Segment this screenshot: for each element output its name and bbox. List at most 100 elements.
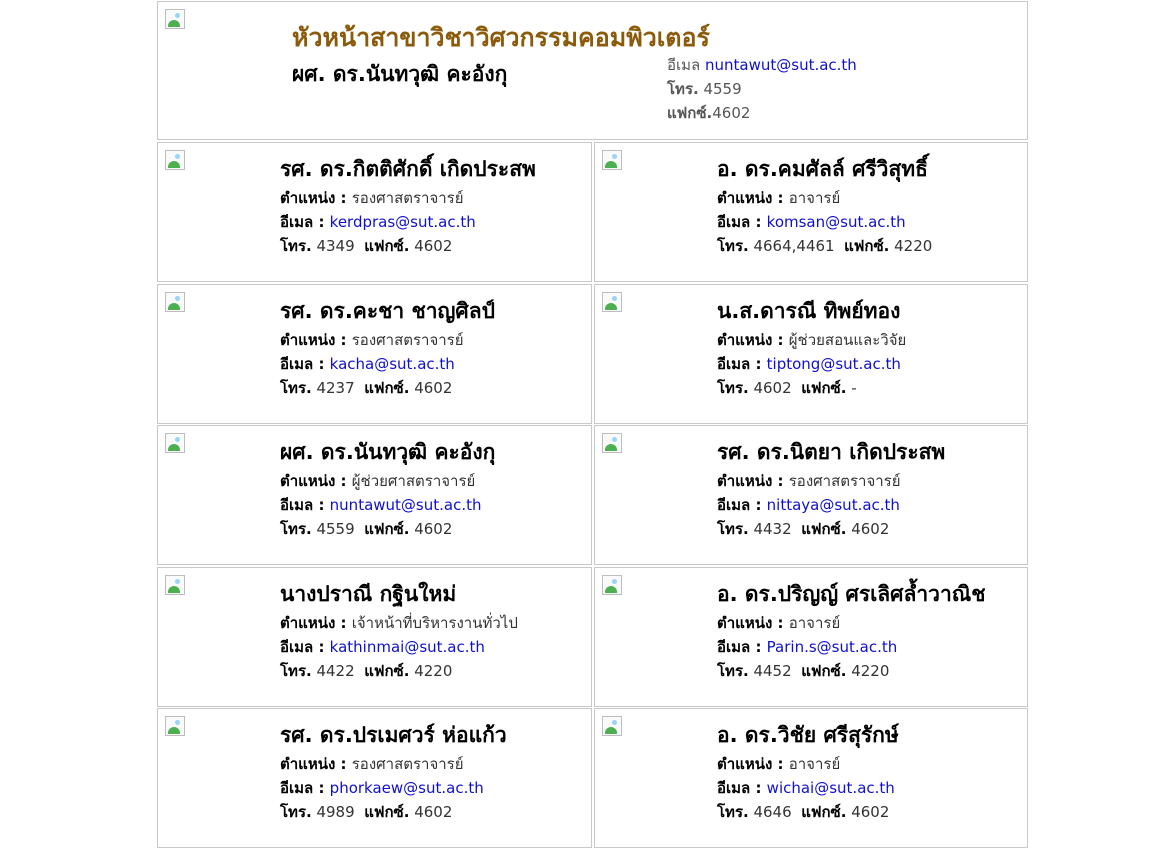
staff-phone: 4989 xyxy=(311,803,365,821)
staff-email-link[interactable]: wichai@sut.ac.th xyxy=(767,779,895,797)
fax-label: แฟกซ์. xyxy=(801,803,847,821)
staff-position: รองศาสตราจารย์ xyxy=(351,331,464,349)
staff-position: รองศาสตราจารย์ xyxy=(351,189,464,207)
fax-label: แฟกซ์. xyxy=(801,520,847,538)
position-label: ตำแหน่ง : xyxy=(717,614,789,632)
phone-label: โทร. xyxy=(280,803,312,821)
staff-card: นางปราณี กฐินใหม่ ตำแหน่ง : เจ้าหน้าที่บร… xyxy=(157,567,592,707)
staff-position: อาจารย์ xyxy=(788,614,841,632)
staff-phone: 4559 xyxy=(311,520,365,538)
staff-email-link[interactable]: komsan@sut.ac.th xyxy=(767,213,906,231)
staff-email-link[interactable]: kathinmai@sut.ac.th xyxy=(330,638,485,656)
staff-email-link[interactable]: phorkaew@sut.ac.th xyxy=(330,779,484,797)
email-label: อีเมล : xyxy=(717,355,767,373)
staff-info: ตำแหน่ง : เจ้าหน้าที่บริหารงานทั่วไป อีเม… xyxy=(280,611,518,683)
staff-card: อ. ดร.คมศัลล์ ศรีวิสุทธิ์ ตำแหน่ง : อาจาร… xyxy=(594,142,1028,282)
staff-name: ผศ. ดร.นันทวุฒิ คะอังกุ xyxy=(280,440,496,464)
staff-info: ตำแหน่ง : ผู้ช่วยสอนและวิจัยอีเมล : tipt… xyxy=(717,328,906,400)
position-label: ตำแหน่ง : xyxy=(280,614,352,632)
head-name: ผศ. ดร.นันทวุฒิ คะอังกุ xyxy=(292,62,508,86)
broken-image-icon xyxy=(165,433,185,453)
broken-image-icon xyxy=(602,292,622,312)
staff-phone: 4422 xyxy=(311,662,365,680)
position-label: ตำแหน่ง : xyxy=(280,472,352,490)
head-phone: 4559 xyxy=(698,80,742,98)
head-email-link[interactable]: nuntawut@sut.ac.th xyxy=(705,56,857,74)
staff-name: น.ส.ดารณี ทิพย์ทอง xyxy=(717,299,901,323)
staff-card: รศ. ดร.คะชา ชาญศิลป์ตำแหน่ง : รองศาสตราจ… xyxy=(157,284,592,424)
staff-fax: - xyxy=(846,379,857,397)
phone-label: โทร. xyxy=(717,803,749,821)
position-label: ตำแหน่ง : xyxy=(717,755,789,773)
email-label: อีเมล : xyxy=(280,355,330,373)
staff-card: อ. ดร.ปริญญ์ ศรเลิศล้ำวาณิช ตำแหน่ง : อาจ… xyxy=(594,567,1028,707)
email-label: อีเมล : xyxy=(280,496,330,514)
staff-email-link[interactable]: Parin.s@sut.ac.th xyxy=(767,638,898,656)
staff-name: รศ. ดร.ปรเมศวร์ ห่อแก้ว xyxy=(280,723,507,747)
position-label: ตำแหน่ง : xyxy=(280,331,352,349)
email-label: อีเมล : xyxy=(280,779,330,797)
staff-fax: 4220 xyxy=(409,662,453,680)
phone-label: โทร. xyxy=(280,662,312,680)
staff-phone: 4432 xyxy=(748,520,802,538)
position-label: ตำแหน่ง : xyxy=(717,472,789,490)
email-label: อีเมล : xyxy=(717,496,767,514)
staff-position: ผู้ช่วยสอนและวิจัย xyxy=(788,331,907,349)
phone-label: โทร. xyxy=(717,379,749,397)
staff-info: ตำแหน่ง : รองศาสตราจารย์อีเมล : phorkaew… xyxy=(280,752,484,824)
phone-label: โทร. xyxy=(717,662,749,680)
staff-info: ตำแหน่ง : อาจารย์อีเมล : wichai@sut.ac.t… xyxy=(717,752,895,824)
phone-label: โทร. xyxy=(280,379,312,397)
fax-label: แฟกซ์. xyxy=(667,104,713,122)
position-label: ตำแหน่ง : xyxy=(717,189,789,207)
staff-fax: 4602 xyxy=(409,803,453,821)
staff-email-link[interactable]: nuntawut@sut.ac.th xyxy=(330,496,482,514)
broken-image-icon xyxy=(165,9,185,29)
broken-image-icon xyxy=(602,150,622,170)
staff-info: ตำแหน่ง : อาจารย์อีเมล : Parin.s@sut.ac.… xyxy=(717,611,897,683)
staff-fax: 4220 xyxy=(889,237,933,255)
staff-phone: 4237 xyxy=(311,379,365,397)
staff-position: รองศาสตราจารย์ xyxy=(788,472,901,490)
staff-email-link[interactable]: tiptong@sut.ac.th xyxy=(767,355,901,373)
staff-phone: 4646 xyxy=(748,803,802,821)
position-label: ตำแหน่ง : xyxy=(280,189,352,207)
position-label: ตำแหน่ง : xyxy=(717,331,789,349)
email-label: อีเมล : xyxy=(717,213,767,231)
phone-label: โทร. xyxy=(667,80,699,98)
email-label: อีเมล : xyxy=(717,638,767,656)
phone-label: โทร. xyxy=(280,520,312,538)
staff-info: ตำแหน่ง : รองศาสตราจารย์อีเมล : nittaya@… xyxy=(717,469,901,541)
staff-email-link[interactable]: kerdpras@sut.ac.th xyxy=(330,213,476,231)
staff-position: อาจารย์ xyxy=(788,189,841,207)
staff-position: อาจารย์ xyxy=(788,755,841,773)
position-label: ตำแหน่ง : xyxy=(280,755,352,773)
page-title: หัวหน้าสาขาวิชาวิศวกรรมคอมพิวเตอร์ xyxy=(292,23,710,52)
staff-fax: 4602 xyxy=(846,520,890,538)
fax-label: แฟกซ์. xyxy=(364,237,410,255)
staff-info: ตำแหน่ง : รองศาสตราจารย์อีเมล : kacha@su… xyxy=(280,328,464,400)
staff-card: รศ. ดร.นิตยา เกิดประสพ ตำแหน่ง : รองศาสตร… xyxy=(594,425,1028,565)
staff-card: รศ. ดร.ปรเมศวร์ ห่อแก้วตำแหน่ง : รองศาสต… xyxy=(157,708,592,848)
staff-fax: 4220 xyxy=(846,662,890,680)
staff-card: อ. ดร.วิชัย ศรีสุรักษ์ ตำแหน่ง : อาจารย์อ… xyxy=(594,708,1028,848)
broken-image-icon xyxy=(165,150,185,170)
staff-info: ตำแหน่ง : ผู้ช่วยศาสตราจารย์ อีเมล : nunt… xyxy=(280,469,482,541)
fax-label: แฟกซ์. xyxy=(801,379,847,397)
broken-image-icon xyxy=(165,292,185,312)
phone-label: โทร. xyxy=(280,237,312,255)
staff-card: น.ส.ดารณี ทิพย์ทองตำแหน่ง : ผู้ช่วยสอนแล… xyxy=(594,284,1028,424)
staff-phone: 4602 xyxy=(748,379,802,397)
phone-label: โทร. xyxy=(717,237,749,255)
staff-name: รศ. ดร.คะชา ชาญศิลป์ xyxy=(280,299,495,323)
fax-label: แฟกซ์. xyxy=(801,662,847,680)
staff-position: รองศาสตราจารย์ xyxy=(351,755,464,773)
staff-email-link[interactable]: kacha@sut.ac.th xyxy=(330,355,455,373)
head-of-department-box: หัวหน้าสาขาวิชาวิศวกรรมคอมพิวเตอร์ ผศ. ด… xyxy=(157,1,1028,140)
fax-label: แฟกซ์. xyxy=(364,379,410,397)
email-label: อีเมล : xyxy=(717,779,767,797)
staff-email-link[interactable]: nittaya@sut.ac.th xyxy=(767,496,900,514)
broken-image-icon xyxy=(602,716,622,736)
staff-info: ตำแหน่ง : รองศาสตราจารย์ อีเมล : kerdpras… xyxy=(280,186,476,258)
staff-fax: 4602 xyxy=(409,237,453,255)
